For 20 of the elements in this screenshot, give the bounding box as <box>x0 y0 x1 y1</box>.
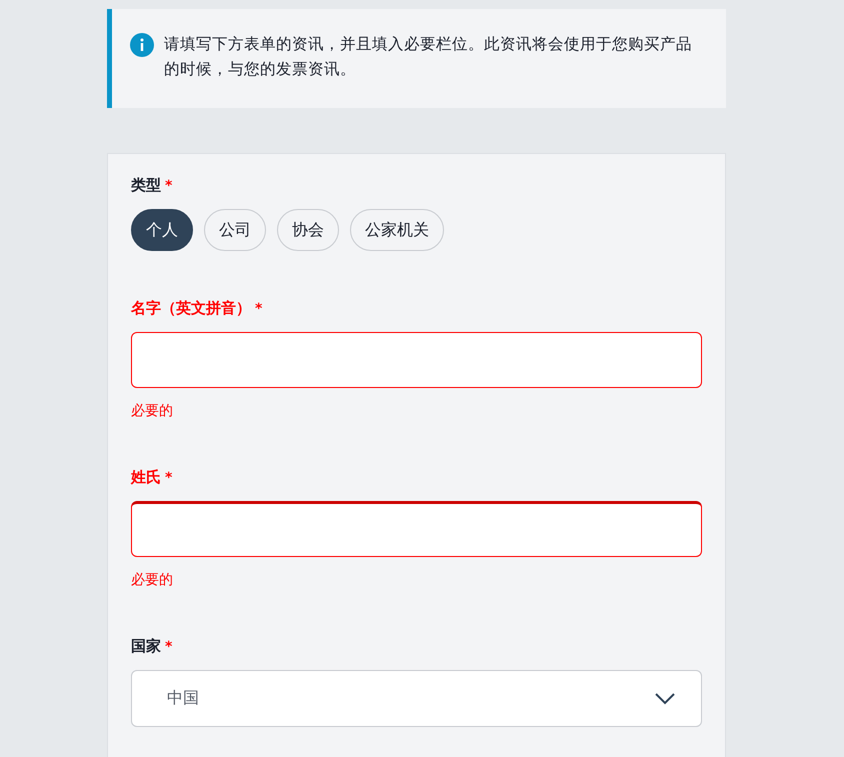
type-option[interactable]: 公司 <box>204 209 266 251</box>
country-dropdown[interactable]: 中国 <box>131 670 702 727</box>
chevron-down-icon <box>654 692 676 706</box>
field-label: 国家 <box>131 637 161 656</box>
error-message: 必要的 <box>131 571 174 589</box>
info-icon <box>130 33 154 57</box>
type-option[interactable]: 公家机关 <box>350 209 444 251</box>
type-option[interactable]: 协会 <box>277 209 339 251</box>
field-label: 姓氏 <box>131 468 161 487</box>
field-label: 名字（英文拼音） <box>131 299 251 318</box>
required-mark: * <box>165 470 172 486</box>
required-mark: * <box>165 639 172 655</box>
input-field[interactable] <box>131 332 702 388</box>
required-mark: * <box>165 178 172 194</box>
error-message: 必要的 <box>131 402 174 420</box>
input-field[interactable] <box>131 501 702 557</box>
required-mark: * <box>255 301 262 317</box>
type-option[interactable]: 个人 <box>131 209 193 251</box>
notice-text: 请填写下方表单的资讯，并且填入必要栏位。此资讯将会使用于您购买产品的时候，与您的发票资讯。 <box>164 34 693 80</box>
field-label: 类型 <box>131 176 161 195</box>
